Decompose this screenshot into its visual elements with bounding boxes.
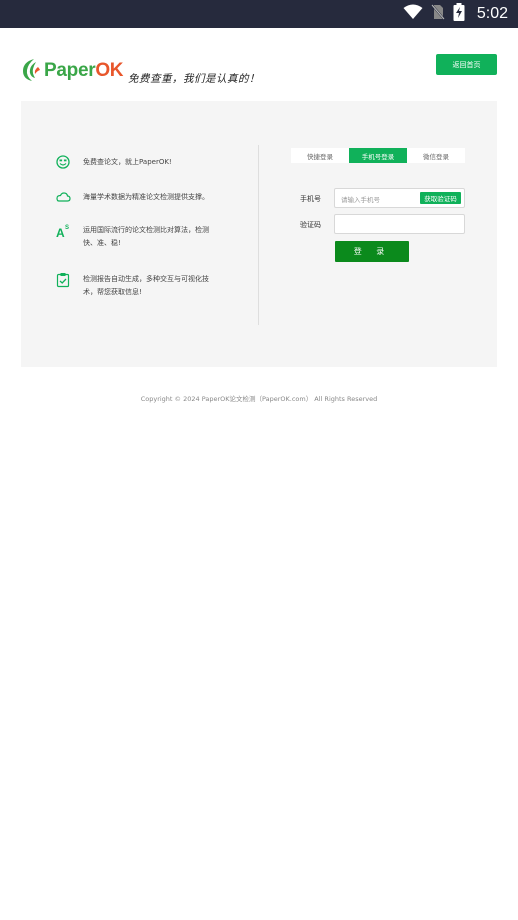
copyright-text: Copyright © 2024 PaperOK论文检测（PaperOK.com… — [140, 395, 378, 403]
svg-text:A: A — [56, 226, 65, 239]
font-size-icon: AS — [54, 222, 72, 240]
tab-quick-login[interactable]: 快捷登录 — [291, 148, 349, 163]
feature-text: 海量学术数据为精准论文检测提供支撑。 — [83, 193, 209, 201]
login-panel: 免费查论文，就上PaperOK! 海量学术数据为精准论文检测提供支撑。 AS 运… — [21, 101, 497, 367]
phone-label: 手机号 — [300, 195, 321, 203]
cloud-icon — [54, 188, 72, 206]
no-sim-icon — [431, 4, 445, 24]
verification-code-input[interactable] — [334, 214, 465, 234]
panel-divider — [258, 145, 259, 325]
back-home-button[interactable]: 返回首页 — [436, 54, 497, 75]
feature-text: 检测报告自动生成，多种交互与可视化技术，帮您获取信息! — [83, 275, 209, 296]
phone-input[interactable]: 请输入手机号 获取验证码 — [334, 188, 465, 208]
feature-item: 海量学术数据为精准论文检测提供支撑。 — [54, 188, 213, 206]
smile-icon — [54, 153, 72, 171]
paperok-logo[interactable]: PaperOK — [20, 56, 124, 86]
battery-charging-icon — [453, 3, 465, 25]
logo-wordmark: PaperOK — [44, 60, 124, 82]
get-code-button[interactable]: 获取验证码 — [420, 192, 461, 204]
tab-wechat-login[interactable]: 微信登录 — [407, 148, 465, 163]
feature-text: 免费查论文，就上PaperOK! — [83, 158, 172, 166]
clipboard-check-icon — [54, 271, 72, 289]
feature-item: 检测报告自动生成，多种交互与可视化技术，帮您获取信息! — [54, 271, 213, 299]
svg-text:S: S — [65, 225, 69, 231]
slogan: 免费查重，我们是认真的！ — [128, 73, 260, 85]
feature-item: 免费查论文，就上PaperOK! — [54, 153, 213, 171]
phone-placeholder: 请输入手机号 — [341, 196, 380, 204]
tab-phone-login[interactable]: 手机号登录 — [349, 148, 407, 163]
login-button[interactable]: 登 录 — [335, 241, 409, 262]
feature-text: 运用国际流行的论文检测比对算法，检测快、准、稳! — [83, 226, 209, 247]
logo-main-text: Paper — [44, 60, 96, 81]
login-tabs: 快捷登录 手机号登录 微信登录 — [291, 148, 465, 163]
wifi-icon — [403, 4, 423, 24]
logo-accent-text: OK — [95, 60, 124, 81]
clock-time: 5:02 — [476, 5, 508, 22]
site-header: PaperOK 免费查重，我们是认真的！ 返回首页 — [0, 28, 518, 102]
feature-item: AS 运用国际流行的论文检测比对算法，检测快、准、稳! — [54, 222, 213, 250]
code-label: 验证码 — [300, 221, 321, 229]
status-bar: 5:02 — [0, 0, 518, 28]
leaf-logo-icon — [20, 56, 42, 86]
